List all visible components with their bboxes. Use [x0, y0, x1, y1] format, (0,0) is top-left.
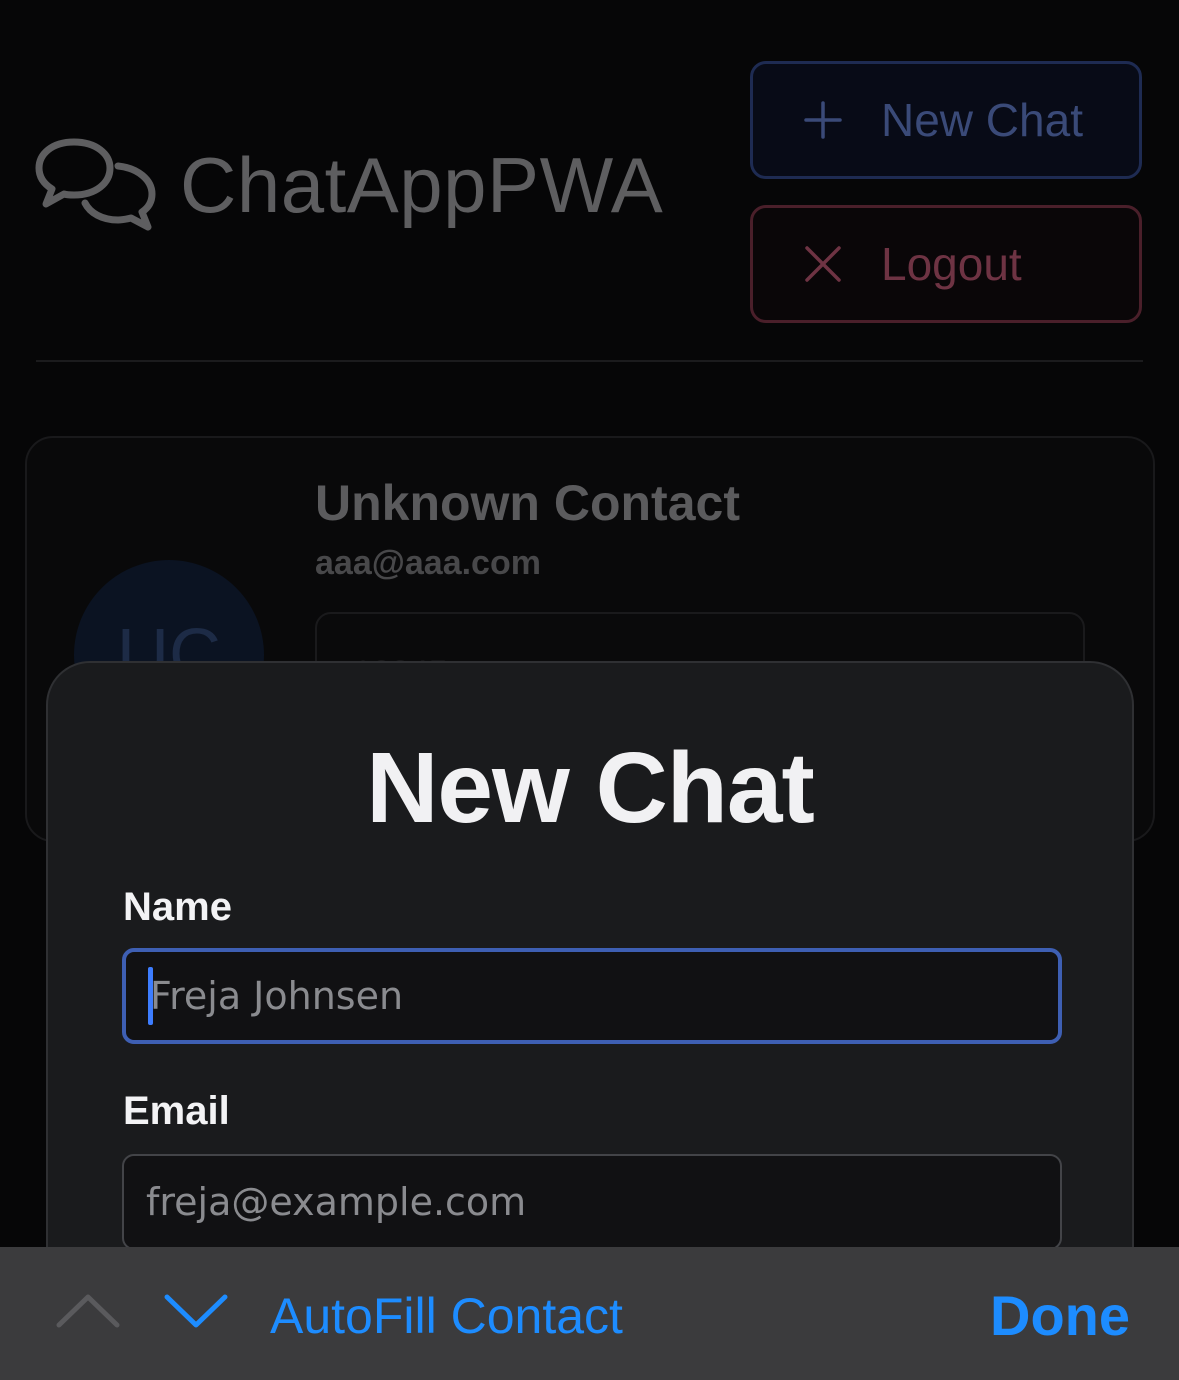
logout-label: Logout — [881, 238, 1022, 290]
chevron-down-icon[interactable] — [163, 1291, 229, 1331]
contact-email: aaa@aaa.com — [315, 544, 541, 582]
header-divider — [36, 360, 1143, 362]
email-placeholder: freja@example.com — [146, 1180, 527, 1224]
email-input[interactable]: freja@example.com — [122, 1154, 1062, 1250]
autofill-contact-button[interactable]: AutoFill Contact — [270, 1287, 623, 1345]
name-placeholder: Freja Johnsen — [150, 974, 404, 1018]
done-button[interactable]: Done — [990, 1283, 1130, 1348]
app-title: ChatAppPWA — [180, 140, 664, 229]
name-input[interactable]: Freja Johnsen — [122, 948, 1062, 1044]
email-label: Email — [123, 1089, 230, 1133]
brand: ChatAppPWA — [34, 130, 663, 240]
close-icon — [805, 246, 841, 282]
logout-button[interactable]: Logout — [750, 205, 1142, 323]
plus-icon — [804, 101, 842, 139]
keyboard-accessory-bar: AutoFill Contact Done — [0, 1247, 1179, 1380]
name-label: Name — [123, 885, 232, 929]
chat-bubbles-icon — [35, 138, 156, 231]
new-chat-label: New Chat — [881, 94, 1083, 146]
contact-name: Unknown Contact — [315, 475, 740, 531]
new-chat-button[interactable]: New Chat — [750, 61, 1142, 179]
modal-title: New Chat — [366, 732, 815, 844]
chevron-up-icon[interactable] — [55, 1291, 121, 1331]
